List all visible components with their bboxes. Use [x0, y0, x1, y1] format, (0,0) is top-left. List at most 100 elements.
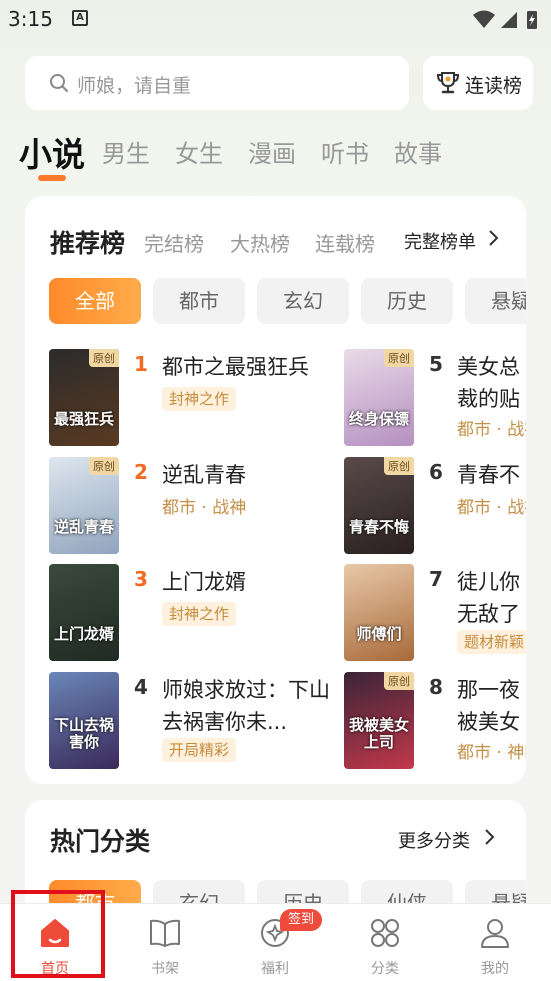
book-cover[interactable]: 上门龙婿: [49, 564, 119, 661]
rank-number: 1: [134, 352, 148, 376]
book-cover[interactable]: 原创 青春不悔: [344, 457, 414, 554]
filter-urban[interactable]: 都市: [153, 278, 245, 324]
book-genre: 都市 · 战神: [457, 498, 526, 518]
rank-number: 5: [429, 352, 443, 376]
cover-title: 青春不悔: [348, 518, 409, 536]
subtab-serial[interactable]: 连载榜: [315, 228, 375, 257]
original-badge: 原创: [89, 457, 119, 475]
subtab-finished[interactable]: 完结榜: [144, 228, 204, 257]
grid-icon: [371, 919, 399, 947]
search-box[interactable]: 师娘，请自重: [25, 56, 409, 110]
rank-number: 6: [429, 460, 443, 484]
cover-title: 终身保镖: [348, 410, 409, 428]
rank-number: 7: [429, 567, 443, 591]
status-time: 3:15: [8, 7, 53, 31]
rank-number: 4: [134, 675, 148, 699]
cover-title: 下山去祸害你: [53, 716, 114, 751]
system-icons: [473, 10, 537, 29]
search-placeholder: 师娘，请自重: [77, 75, 192, 97]
recommend-card: 推荐榜 完结榜 大热榜 连载榜 完整榜单 全部 都市 玄幻 历史 悬疑 原创 最…: [25, 196, 526, 784]
rank-number: 3: [134, 567, 148, 591]
notification-icon: A: [72, 10, 88, 26]
cover-title: 我被美女上司: [348, 716, 409, 751]
book-item[interactable]: 上门龙婿 3 上门龙婿 封神之作: [49, 564, 349, 664]
search-icon: [50, 74, 68, 92]
book-title[interactable]: 上门龙婿: [162, 566, 332, 598]
book-cover[interactable]: 原创 最强狂兵: [49, 349, 119, 446]
book-item[interactable]: 下山去祸害你 4 师娘求放过：下山去祸害你未... 开局精彩: [49, 672, 349, 772]
book-title[interactable]: 徒儿你无敌了快下山祸害你: [457, 566, 523, 630]
tab-profile[interactable]: 我的: [440, 904, 550, 981]
book-genre: 都市 · 战神: [162, 498, 247, 518]
book-title[interactable]: 美女总裁的贴身保镖: [457, 351, 523, 415]
filter-fantasy[interactable]: 玄幻: [257, 278, 349, 324]
hot-categories-title: 热门分类: [50, 827, 151, 856]
more-categories-link[interactable]: 更多分类: [398, 827, 470, 853]
tab-bookshelf[interactable]: 书架: [110, 904, 220, 981]
book-tag: 题材新颖: [457, 630, 526, 654]
cover-title: 上门龙婿: [53, 625, 114, 643]
active-tab-indicator: [38, 175, 66, 181]
rank-number: 8: [429, 675, 443, 699]
book-title[interactable]: 师娘求放过：下山去祸害你未...: [162, 674, 332, 738]
tab-categories[interactable]: 分类: [330, 904, 440, 981]
book-item[interactable]: 师傅们 7 徒儿你无敌了快下山祸害你 题材新颖: [344, 564, 526, 664]
tab-label: 书架: [151, 961, 179, 977]
full-list-link[interactable]: 完整榜单: [404, 228, 476, 254]
chevron-right-icon[interactable]: [487, 229, 499, 247]
book-icon: [150, 919, 180, 947]
reading-rank-label: 连读榜: [465, 75, 523, 97]
category-tabs: 小说 男生 女生 漫画 听书 故事: [0, 126, 551, 186]
reading-rank-button[interactable]: 连读榜: [423, 56, 533, 110]
tab-audiobook[interactable]: 听书: [321, 134, 369, 169]
book-item[interactable]: 原创 我被美女上司 8 那一夜被美女上司 都市 · 神医: [344, 672, 526, 772]
tab-label: 福利: [261, 961, 289, 977]
book-cover[interactable]: 师傅们: [344, 564, 414, 661]
original-badge: 原创: [384, 349, 414, 367]
tab-comic[interactable]: 漫画: [248, 134, 296, 169]
book-title[interactable]: 青春不悔: [457, 459, 523, 491]
book-genre: 都市 · 战神: [457, 420, 526, 440]
book-cover[interactable]: 下山去祸害你: [49, 672, 119, 769]
tab-story[interactable]: 故事: [394, 134, 442, 169]
book-tag: 开局精彩: [162, 738, 237, 762]
tab-novel[interactable]: 小说: [19, 128, 85, 176]
original-badge: 原创: [384, 672, 414, 690]
book-item[interactable]: 原创 逆乱青春 2 逆乱青春 都市 · 战神: [49, 457, 349, 557]
book-item[interactable]: 原创 青春不悔 6 青春不悔 都市 · 战神: [344, 457, 526, 557]
wifi-icon: [473, 10, 495, 28]
filter-mystery[interactable]: 悬疑: [465, 278, 526, 324]
cover-title: 师傅们: [356, 625, 402, 643]
book-cover[interactable]: 原创 逆乱青春: [49, 457, 119, 554]
chevron-right-icon[interactable]: [483, 828, 495, 846]
original-badge: 原创: [89, 349, 119, 367]
book-tag: 封神之作: [162, 602, 237, 626]
book-cover[interactable]: 原创 我被美女上司: [344, 672, 414, 769]
book-genre: 都市 · 神医: [457, 743, 526, 763]
trophy-icon: [436, 72, 460, 94]
book-tag: 封神之作: [162, 387, 237, 411]
signal-icon: [501, 12, 517, 28]
filter-history[interactable]: 历史: [361, 278, 453, 324]
tab-label: 我的: [481, 961, 509, 977]
cover-title: 最强狂兵: [53, 410, 114, 428]
subtab-hot[interactable]: 大热榜: [230, 228, 290, 257]
rank-number: 2: [134, 460, 148, 484]
book-title[interactable]: 都市之最强狂兵: [162, 351, 332, 383]
book-item[interactable]: 原创 最强狂兵 1 都市之最强狂兵 封神之作: [49, 349, 349, 449]
tab-female[interactable]: 女生: [175, 134, 223, 169]
user-icon: [481, 919, 509, 948]
cover-title: 逆乱青春: [53, 518, 114, 536]
status-bar: 3:15 A: [0, 0, 551, 38]
book-title[interactable]: 那一夜被美女上司: [457, 674, 523, 738]
book-title[interactable]: 逆乱青春: [162, 459, 332, 491]
recommend-title[interactable]: 推荐榜: [50, 224, 125, 260]
highlight-box: [11, 890, 105, 978]
tab-male[interactable]: 男生: [102, 134, 150, 169]
tab-label: 分类: [371, 961, 399, 977]
book-item[interactable]: 原创 终身保镖 5 美女总裁的贴身保镖 都市 · 战神: [344, 349, 526, 449]
checkin-badge[interactable]: 签到: [280, 909, 322, 931]
book-cover[interactable]: 原创 终身保镖: [344, 349, 414, 446]
original-badge: 原创: [384, 457, 414, 475]
filter-all[interactable]: 全部: [49, 278, 141, 324]
